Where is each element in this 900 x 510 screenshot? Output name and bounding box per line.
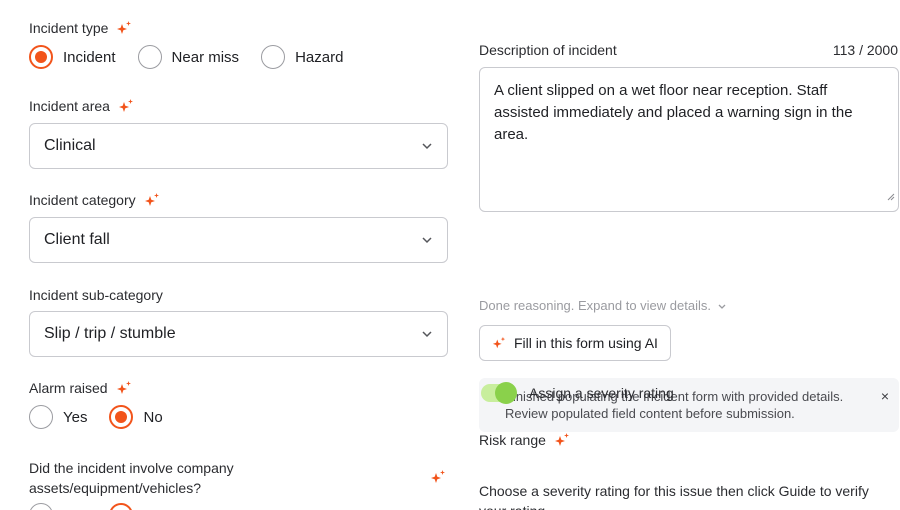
resize-handle-icon[interactable] [887,186,895,208]
incident-type-radio-near-miss[interactable]: Near miss [137,45,239,69]
ai-sparkle-icon [116,20,132,36]
radio-unselected-icon [29,405,53,429]
incident-subcategory-select[interactable]: Slip / trip / stumble [29,311,448,357]
ai-sparkle-icon [430,469,446,485]
radio-selected-icon [29,45,53,69]
chevron-down-icon [421,236,433,244]
fill-form-ai-button[interactable]: Fill in this form using AI [479,325,671,361]
radio-unselected-icon [137,45,162,69]
incident-area-select[interactable]: Clinical [29,123,448,169]
alarm-raised-radio-group: Yes No [29,405,185,429]
ai-sparkle-icon [144,192,160,208]
close-icon[interactable]: × [881,388,889,405]
ai-sparkle-icon [492,336,506,350]
description-char-counter: 113 / 2000 [832,42,898,58]
severity-toggle-row: Assign a severity rating [481,382,674,404]
ai-sparkle-icon [118,98,134,114]
risk-range-label: Risk range [479,432,570,448]
incident-type-radio-hazard[interactable]: Hazard [261,45,343,69]
incident-type-radio-group: Incident Near miss Hazard [29,45,365,69]
company-assets-radio-yes[interactable] [29,503,53,510]
chevron-down-icon [717,298,727,313]
incident-category-label: Incident category [29,192,160,208]
incident-category-select[interactable]: Client fall [29,217,448,263]
incident-type-radio-incident[interactable]: Incident [29,45,116,69]
ai-sparkle-icon [554,432,570,448]
radio-unselected-icon [261,45,286,69]
alarm-raised-label: Alarm raised [29,380,132,396]
incident-subcategory-label: Incident sub-category [29,287,163,303]
incident-area-label: Incident area [29,98,134,114]
alarm-raised-radio-yes[interactable]: Yes [29,405,87,429]
incident-type-label: Incident type [29,20,132,36]
description-label: Description of incident [479,42,617,58]
chevron-down-icon [421,330,433,338]
chevron-down-icon [421,142,433,150]
severity-toggle[interactable] [481,382,517,404]
severity-help-text: Choose a severity rating for this issue … [479,483,869,510]
alarm-raised-radio-no[interactable]: No [109,405,163,429]
radio-selected-icon [109,405,134,429]
company-assets-radio-no[interactable] [109,503,133,510]
description-textarea[interactable]: A client slipped on a wet floor near rec… [479,67,899,212]
ai-sparkle-icon [116,380,132,396]
company-assets-label: Did the incident involve company assets/… [29,460,234,496]
reasoning-expander[interactable]: Done reasoning. Expand to view details. [479,298,727,313]
